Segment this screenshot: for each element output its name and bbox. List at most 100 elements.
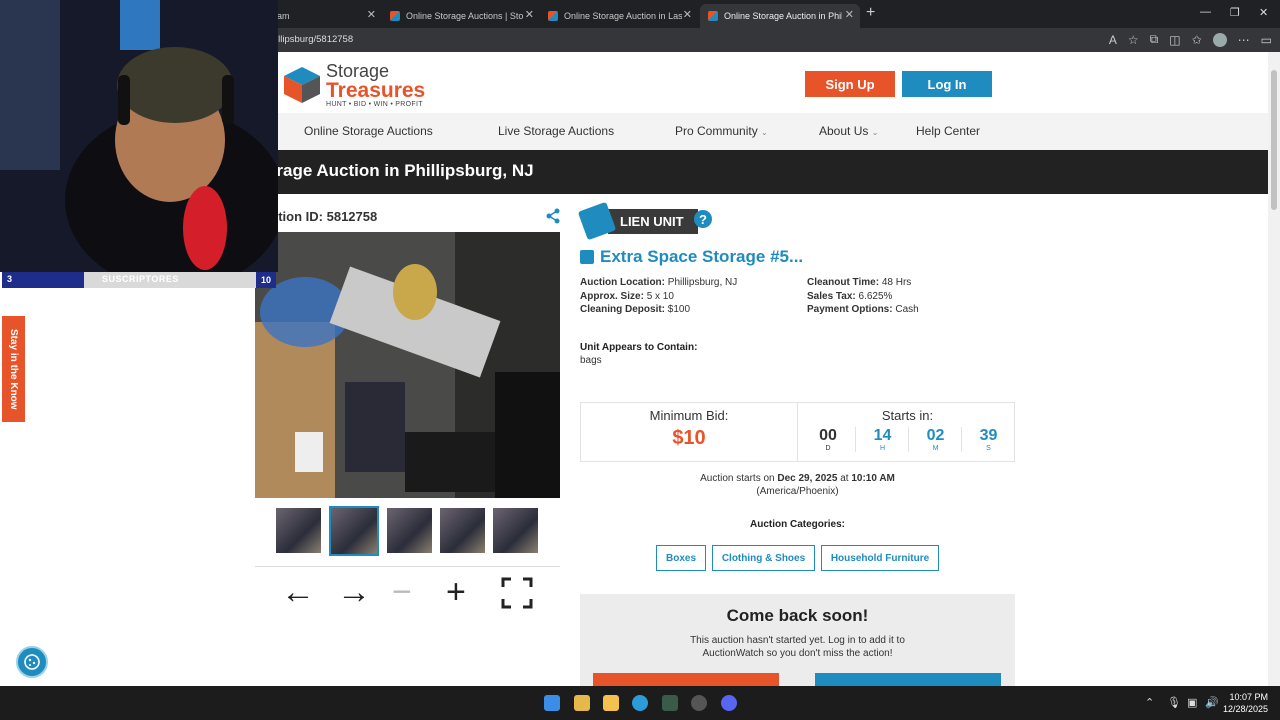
- scrollbar-thumb[interactable]: [1271, 70, 1277, 210]
- starts-in-label: Starts in:: [881, 408, 934, 423]
- stay-in-the-know-tab[interactable]: Stay in the Know: [2, 316, 25, 422]
- nav-pro-community[interactable]: Pro Community ⌄: [675, 124, 768, 138]
- photo-thumbnail[interactable]: [440, 508, 485, 553]
- categories-label: Auction Categories:: [749, 519, 845, 530]
- countdown-unit: S: [986, 445, 991, 452]
- storage-treasures-favicon-icon: [548, 11, 558, 21]
- unit-photo[interactable]: [255, 232, 560, 498]
- volume-icon[interactable]: 🔊: [1205, 696, 1219, 709]
- browser-tab[interactable]: Online Storage Auctions | Storage ✕: [382, 4, 540, 28]
- sidebar-icon[interactable]: ▭: [1261, 33, 1272, 47]
- zoom-in-icon[interactable]: +: [446, 575, 466, 609]
- excel-icon[interactable]: [662, 695, 678, 711]
- signup-button[interactable]: Sign Up: [805, 71, 895, 97]
- nav-live-storage-auctions[interactable]: Live Storage Auctions: [498, 124, 614, 138]
- photo-thumbnail[interactable]: [387, 508, 432, 553]
- come-back-login-button[interactable]: [593, 673, 779, 686]
- subscriber-goal: 10: [256, 272, 276, 288]
- unit-size: 5 x 10: [646, 290, 674, 302]
- nav-help-center[interactable]: Help Center: [916, 124, 980, 138]
- obs-icon[interactable]: [691, 695, 707, 711]
- split-screen-icon[interactable]: ◫: [1169, 33, 1180, 47]
- tray-chevron-icon[interactable]: ⌃: [1145, 696, 1154, 709]
- zoom-out-icon[interactable]: −: [392, 575, 412, 609]
- browser-tab[interactable]: Online Storage Auction in Las Veg ✕: [540, 4, 698, 28]
- photo-thumbnail[interactable]: [493, 508, 538, 553]
- url-field[interactable]: illipsburg/5812758: [276, 34, 353, 45]
- tab-label: Online Storage Auction in Las Veg: [564, 11, 682, 21]
- browser-toolbar: A ☆ ⧉ ◫ ✩ ⋯ ▭: [1109, 32, 1272, 47]
- extensions-icon[interactable]: ⧉: [1150, 32, 1159, 47]
- file-explorer-icon[interactable]: [603, 695, 619, 711]
- more-menu-icon[interactable]: ⋯: [1238, 33, 1250, 47]
- countdown-value: 39: [979, 427, 998, 444]
- photo-thumbnail[interactable]: [276, 508, 321, 553]
- login-button[interactable]: Log In: [902, 71, 992, 97]
- storage-treasures-favicon-icon: [708, 11, 718, 21]
- auction-facts-left: Auction Location: Phillipsburg, NJ Appro…: [580, 276, 737, 317]
- countdown-value: 00: [819, 427, 837, 444]
- favorites-icon[interactable]: ✩: [1192, 33, 1202, 47]
- new-tab-icon[interactable]: +: [866, 4, 875, 22]
- subscriber-count: 3: [7, 274, 13, 284]
- fact-label: Auction Location:: [580, 277, 665, 288]
- start-time: 10:10 AM: [851, 473, 895, 484]
- come-back-signup-button[interactable]: [815, 673, 1001, 686]
- discord-icon[interactable]: [721, 695, 737, 711]
- auction-location: Phillipsburg, NJ: [667, 277, 738, 288]
- timezone: (America/Phoenix): [756, 486, 839, 497]
- chevron-down-icon: ⌄: [761, 128, 768, 137]
- category-chip[interactable]: Clothing & Shoes: [712, 545, 815, 571]
- fact-label: Approx. Size:: [580, 290, 644, 302]
- browser-tab[interactable]: ram ✕: [266, 4, 382, 28]
- close-tab-icon[interactable]: ✕: [367, 8, 376, 21]
- minimize-icon[interactable]: —: [1200, 6, 1211, 18]
- windows-start-icon[interactable]: [544, 695, 560, 711]
- restore-icon[interactable]: ❐: [1230, 6, 1240, 19]
- fullscreen-icon[interactable]: [501, 577, 533, 609]
- countdown-days: 00 D: [801, 427, 855, 452]
- unit-photo-image: [255, 232, 560, 498]
- cookie-settings-button[interactable]: [16, 646, 48, 678]
- close-tab-icon[interactable]: ✕: [845, 8, 854, 21]
- contains-value: bags: [580, 355, 602, 366]
- share-icon[interactable]: [545, 208, 561, 224]
- come-back-panel: Come back soon! This auction hasn't star…: [580, 594, 1015, 686]
- browser-tab-active[interactable]: Online Storage Auction in Phillips ✕: [700, 4, 860, 28]
- category-chip[interactable]: Boxes: [656, 545, 706, 571]
- site-logo[interactable]: Storage Treasures HUNT • BID • WIN • PRO…: [282, 62, 425, 108]
- previous-arrow-icon[interactable]: ←: [281, 575, 315, 609]
- close-window-icon[interactable]: ✕: [1259, 6, 1268, 19]
- page-scrollbar[interactable]: [1268, 52, 1280, 686]
- photo-thumbnail-selected[interactable]: [329, 506, 379, 556]
- overlay-background: [0, 288, 255, 686]
- profile-avatar-icon[interactable]: [1212, 32, 1227, 47]
- system-clock[interactable]: 10:07 PM 12/28/2025: [1223, 691, 1268, 715]
- next-arrow-icon[interactable]: →: [337, 575, 371, 609]
- store-icon[interactable]: [574, 695, 590, 711]
- close-tab-icon[interactable]: ✕: [683, 8, 692, 21]
- photo-thumbnails: [276, 506, 538, 556]
- logo-cube-icon: [284, 67, 320, 103]
- edge-browser-icon[interactable]: [632, 695, 648, 711]
- facility-title[interactable]: Extra Space Storage #5...: [580, 247, 803, 267]
- category-chip[interactable]: Household Furniture: [821, 545, 939, 571]
- clock-time: 10:07 PM: [1229, 692, 1268, 702]
- logo-text-treasures: Treasures: [326, 79, 426, 102]
- favorite-star-icon[interactable]: ☆: [1128, 33, 1139, 47]
- facility-name: Extra Space Storage #5...: [600, 247, 804, 266]
- help-question-icon[interactable]: ?: [694, 210, 712, 228]
- nav-about-us[interactable]: About Us ⌄: [819, 124, 878, 138]
- nav-online-storage-auctions[interactable]: Online Storage Auctions: [304, 124, 433, 138]
- clock-date: 12/28/2025: [1222, 704, 1268, 714]
- gallery-controls: ← → − +: [255, 566, 560, 616]
- start-date: Dec 29, 2025: [777, 473, 838, 484]
- close-tab-icon[interactable]: ✕: [525, 8, 534, 21]
- fact-label: Payment Options:: [807, 304, 893, 315]
- countdown-panel: Starts in: 00 D 14 H 02 M 39 S: [799, 403, 1016, 461]
- fact-label: Cleanout Time:: [807, 277, 880, 288]
- network-icon[interactable]: ▣: [1187, 696, 1197, 709]
- microphone-icon[interactable]: 🎙: [1167, 696, 1181, 709]
- read-aloud-icon[interactable]: A: [1109, 33, 1117, 47]
- payment-options: Cash: [895, 304, 919, 315]
